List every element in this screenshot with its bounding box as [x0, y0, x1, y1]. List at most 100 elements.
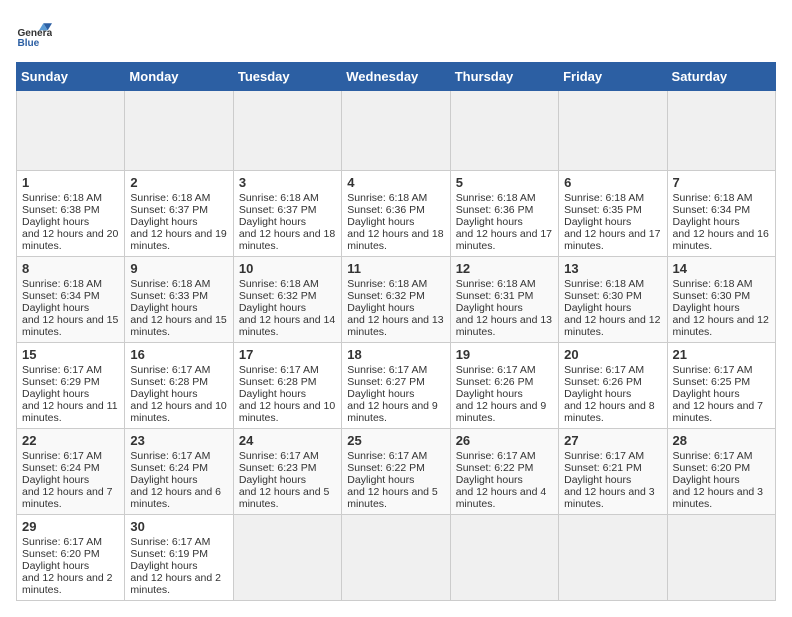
- daylight-duration: and 12 hours and 13 minutes.: [456, 314, 552, 338]
- day-number: 6: [564, 175, 661, 190]
- calendar-cell: 5 Sunrise: 6:18 AM Sunset: 6:36 PM Dayli…: [450, 171, 558, 257]
- sunrise-label: Sunrise: 6:17 AM: [239, 364, 319, 376]
- day-number: 17: [239, 347, 336, 362]
- calendar-cell: 26 Sunrise: 6:17 AM Sunset: 6:22 PM Dayl…: [450, 429, 558, 515]
- sunrise-label: Sunrise: 6:17 AM: [347, 364, 427, 376]
- daylight-duration: and 12 hours and 5 minutes.: [347, 486, 438, 510]
- sunrise-label: Sunrise: 6:17 AM: [456, 450, 536, 462]
- calendar-table: SundayMondayTuesdayWednesdayThursdayFrid…: [16, 62, 776, 601]
- calendar-cell: 27 Sunrise: 6:17 AM Sunset: 6:21 PM Dayl…: [559, 429, 667, 515]
- calendar-cell: 2 Sunrise: 6:18 AM Sunset: 6:37 PM Dayli…: [125, 171, 233, 257]
- sunrise-label: Sunrise: 6:17 AM: [239, 450, 319, 462]
- daylight-label: Daylight hours: [239, 216, 306, 228]
- daylight-duration: and 12 hours and 13 minutes.: [347, 314, 443, 338]
- daylight-duration: and 12 hours and 12 minutes.: [673, 314, 769, 338]
- day-number: 5: [456, 175, 553, 190]
- calendar-cell: [342, 515, 450, 601]
- calendar-cell: 23 Sunrise: 6:17 AM Sunset: 6:24 PM Dayl…: [125, 429, 233, 515]
- daylight-duration: and 12 hours and 18 minutes.: [239, 228, 335, 252]
- daylight-duration: and 12 hours and 15 minutes.: [130, 314, 226, 338]
- day-number: 16: [130, 347, 227, 362]
- daylight-label: Daylight hours: [130, 302, 197, 314]
- sunset-label: Sunset: 6:34 PM: [673, 204, 751, 216]
- daylight-duration: and 12 hours and 12 minutes.: [564, 314, 660, 338]
- daylight-duration: and 12 hours and 15 minutes.: [22, 314, 118, 338]
- day-number: 18: [347, 347, 444, 362]
- daylight-label: Daylight hours: [673, 474, 740, 486]
- sunrise-label: Sunrise: 6:18 AM: [239, 192, 319, 204]
- daylight-label: Daylight hours: [456, 388, 523, 400]
- sunrise-label: Sunrise: 6:18 AM: [456, 192, 536, 204]
- daylight-label: Daylight hours: [456, 302, 523, 314]
- daylight-label: Daylight hours: [130, 388, 197, 400]
- day-number: 15: [22, 347, 119, 362]
- daylight-label: Daylight hours: [239, 302, 306, 314]
- calendar-cell: [342, 91, 450, 171]
- col-header-saturday: Saturday: [667, 63, 775, 91]
- day-number: 20: [564, 347, 661, 362]
- daylight-label: Daylight hours: [673, 216, 740, 228]
- daylight-duration: and 12 hours and 5 minutes.: [239, 486, 330, 510]
- day-number: 28: [673, 433, 770, 448]
- day-number: 27: [564, 433, 661, 448]
- daylight-duration: and 12 hours and 11 minutes.: [22, 400, 118, 424]
- calendar-cell: 24 Sunrise: 6:17 AM Sunset: 6:23 PM Dayl…: [233, 429, 341, 515]
- sunset-label: Sunset: 6:37 PM: [130, 204, 208, 216]
- sunset-label: Sunset: 6:26 PM: [456, 376, 534, 388]
- calendar-cell: [667, 91, 775, 171]
- calendar-cell: 3 Sunrise: 6:18 AM Sunset: 6:37 PM Dayli…: [233, 171, 341, 257]
- sunset-label: Sunset: 6:32 PM: [347, 290, 425, 302]
- day-number: 23: [130, 433, 227, 448]
- sunset-label: Sunset: 6:30 PM: [673, 290, 751, 302]
- calendar-cell: 17 Sunrise: 6:17 AM Sunset: 6:28 PM Dayl…: [233, 343, 341, 429]
- calendar-cell: 16 Sunrise: 6:17 AM Sunset: 6:28 PM Dayl…: [125, 343, 233, 429]
- calendar-cell: 9 Sunrise: 6:18 AM Sunset: 6:33 PM Dayli…: [125, 257, 233, 343]
- sunset-label: Sunset: 6:22 PM: [347, 462, 425, 474]
- day-number: 25: [347, 433, 444, 448]
- daylight-duration: and 12 hours and 19 minutes.: [130, 228, 226, 252]
- daylight-label: Daylight hours: [456, 474, 523, 486]
- calendar-cell: 20 Sunrise: 6:17 AM Sunset: 6:26 PM Dayl…: [559, 343, 667, 429]
- sunset-label: Sunset: 6:20 PM: [22, 548, 100, 560]
- calendar-week: [17, 91, 776, 171]
- sunrise-label: Sunrise: 6:17 AM: [22, 364, 102, 376]
- sunrise-label: Sunrise: 6:17 AM: [22, 450, 102, 462]
- col-header-monday: Monday: [125, 63, 233, 91]
- sunrise-label: Sunrise: 6:17 AM: [130, 450, 210, 462]
- day-number: 8: [22, 261, 119, 276]
- sunset-label: Sunset: 6:27 PM: [347, 376, 425, 388]
- sunset-label: Sunset: 6:24 PM: [22, 462, 100, 474]
- day-number: 7: [673, 175, 770, 190]
- daylight-duration: and 12 hours and 2 minutes.: [22, 572, 113, 596]
- daylight-label: Daylight hours: [22, 216, 89, 228]
- sunset-label: Sunset: 6:36 PM: [347, 204, 425, 216]
- calendar-cell: 30 Sunrise: 6:17 AM Sunset: 6:19 PM Dayl…: [125, 515, 233, 601]
- daylight-label: Daylight hours: [22, 560, 89, 572]
- sunset-label: Sunset: 6:31 PM: [456, 290, 534, 302]
- day-number: 4: [347, 175, 444, 190]
- sunset-label: Sunset: 6:20 PM: [673, 462, 751, 474]
- sunset-label: Sunset: 6:36 PM: [456, 204, 534, 216]
- daylight-duration: and 12 hours and 17 minutes.: [456, 228, 552, 252]
- daylight-duration: and 12 hours and 18 minutes.: [347, 228, 443, 252]
- calendar-cell: 25 Sunrise: 6:17 AM Sunset: 6:22 PM Dayl…: [342, 429, 450, 515]
- daylight-duration: and 12 hours and 10 minutes.: [239, 400, 335, 424]
- calendar-week: 29 Sunrise: 6:17 AM Sunset: 6:20 PM Dayl…: [17, 515, 776, 601]
- sunrise-label: Sunrise: 6:18 AM: [130, 278, 210, 290]
- sunrise-label: Sunrise: 6:18 AM: [456, 278, 536, 290]
- calendar-cell: 28 Sunrise: 6:17 AM Sunset: 6:20 PM Dayl…: [667, 429, 775, 515]
- calendar-cell: 10 Sunrise: 6:18 AM Sunset: 6:32 PM Dayl…: [233, 257, 341, 343]
- calendar-week: 8 Sunrise: 6:18 AM Sunset: 6:34 PM Dayli…: [17, 257, 776, 343]
- sunrise-label: Sunrise: 6:18 AM: [347, 278, 427, 290]
- sunrise-label: Sunrise: 6:18 AM: [564, 278, 644, 290]
- sunset-label: Sunset: 6:37 PM: [239, 204, 317, 216]
- sunset-label: Sunset: 6:26 PM: [564, 376, 642, 388]
- day-number: 21: [673, 347, 770, 362]
- daylight-duration: and 12 hours and 2 minutes.: [130, 572, 221, 596]
- sunset-label: Sunset: 6:29 PM: [22, 376, 100, 388]
- sunrise-label: Sunrise: 6:17 AM: [130, 364, 210, 376]
- svg-text:Blue: Blue: [17, 38, 39, 49]
- col-header-sunday: Sunday: [17, 63, 125, 91]
- day-number: 29: [22, 519, 119, 534]
- daylight-label: Daylight hours: [347, 388, 414, 400]
